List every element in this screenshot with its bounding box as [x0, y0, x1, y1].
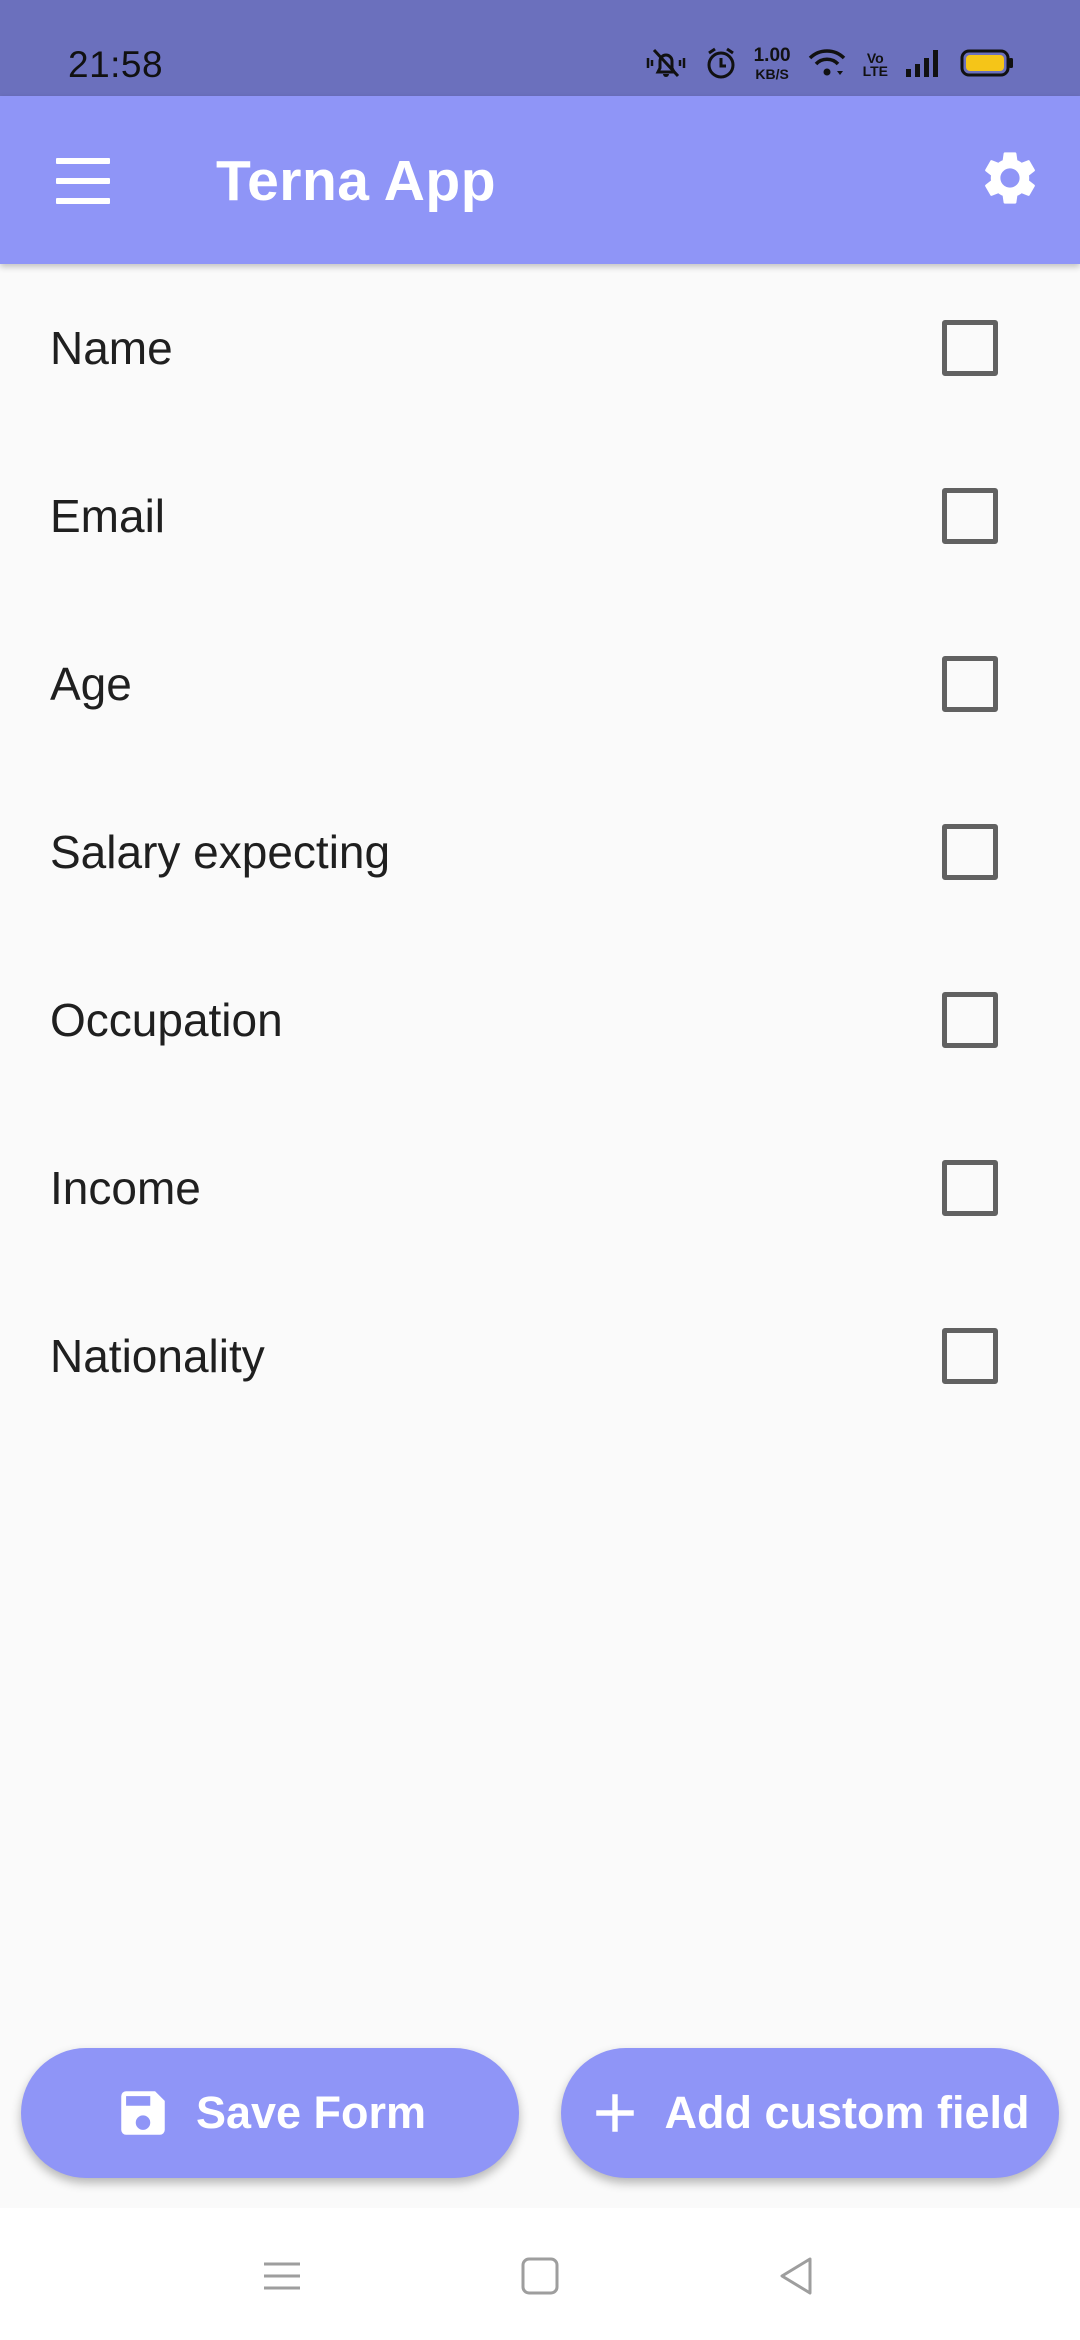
status-icons: 1.00 KB/S Vo LTE [644, 44, 1014, 86]
field-row-name[interactable]: Name [0, 264, 1080, 432]
field-label: Email [50, 490, 166, 542]
volte-line2: LTE [862, 63, 888, 79]
field-label: Salary expecting [50, 826, 391, 878]
field-checkbox-occupation[interactable] [942, 992, 998, 1048]
field-label: Name [50, 322, 173, 374]
network-speed: 1.00 KB/S [753, 45, 791, 83]
battery-icon [960, 48, 1014, 83]
mute-icon [644, 46, 688, 85]
home-button[interactable] [518, 2254, 562, 2298]
field-label: Occupation [50, 994, 283, 1046]
field-checkbox-name[interactable] [942, 320, 998, 376]
field-checkbox-salary-expecting[interactable] [942, 824, 998, 880]
field-row-nationality[interactable]: Nationality [0, 1272, 1080, 1440]
field-label: Age [50, 658, 132, 710]
home-icon [521, 2257, 559, 2295]
field-label: Income [50, 1162, 201, 1214]
back-icon [780, 2257, 812, 2295]
field-row-salary-expecting[interactable]: Salary expecting [0, 768, 1080, 936]
status-time: 21:58 [68, 44, 164, 85]
system-nav-bar [0, 2208, 1080, 2340]
status-bar: 21:58 1.00 KB/S Vo LTE [0, 0, 1080, 96]
field-list: Name Email Age Salary expecting Occupati… [0, 264, 1080, 1440]
add-custom-field-button[interactable]: Add custom field [561, 2048, 1059, 2178]
field-row-email[interactable]: Email [0, 432, 1080, 600]
speed-unit: KB/S [755, 66, 789, 82]
volte-icon: Vo LTE [862, 51, 888, 79]
app-bar: Terna App [0, 96, 1080, 264]
field-checkbox-email[interactable] [942, 488, 998, 544]
menu-icon-bar [56, 178, 110, 184]
add-custom-field-label: Add custom field [664, 2087, 1030, 2138]
menu-icon-bar [56, 198, 110, 204]
menu-icon [56, 158, 110, 164]
recents-icon [264, 2262, 300, 2290]
save-form-label: Save Form [195, 2087, 427, 2138]
menu-button[interactable] [54, 158, 112, 204]
settings-button[interactable] [978, 146, 1042, 210]
field-row-occupation[interactable]: Occupation [0, 936, 1080, 1104]
plus-icon [596, 2094, 635, 2132]
field-checkbox-age[interactable] [942, 656, 998, 712]
wifi-icon [807, 47, 847, 84]
save-icon [121, 2091, 165, 2135]
field-label: Nationality [50, 1330, 265, 1382]
field-row-age[interactable]: Age [0, 600, 1080, 768]
signal-icon [904, 47, 944, 84]
settings-icon [985, 152, 1035, 204]
alarm-icon [704, 46, 738, 85]
speed-value: 1.00 [753, 45, 791, 66]
save-form-button[interactable]: Save Form [21, 2048, 519, 2178]
field-checkbox-income[interactable] [942, 1160, 998, 1216]
back-button[interactable] [774, 2254, 818, 2298]
recents-button[interactable] [260, 2254, 304, 2298]
field-checkbox-nationality[interactable] [942, 1328, 998, 1384]
field-row-income[interactable]: Income [0, 1104, 1080, 1272]
app-title: Terna App [216, 149, 497, 213]
